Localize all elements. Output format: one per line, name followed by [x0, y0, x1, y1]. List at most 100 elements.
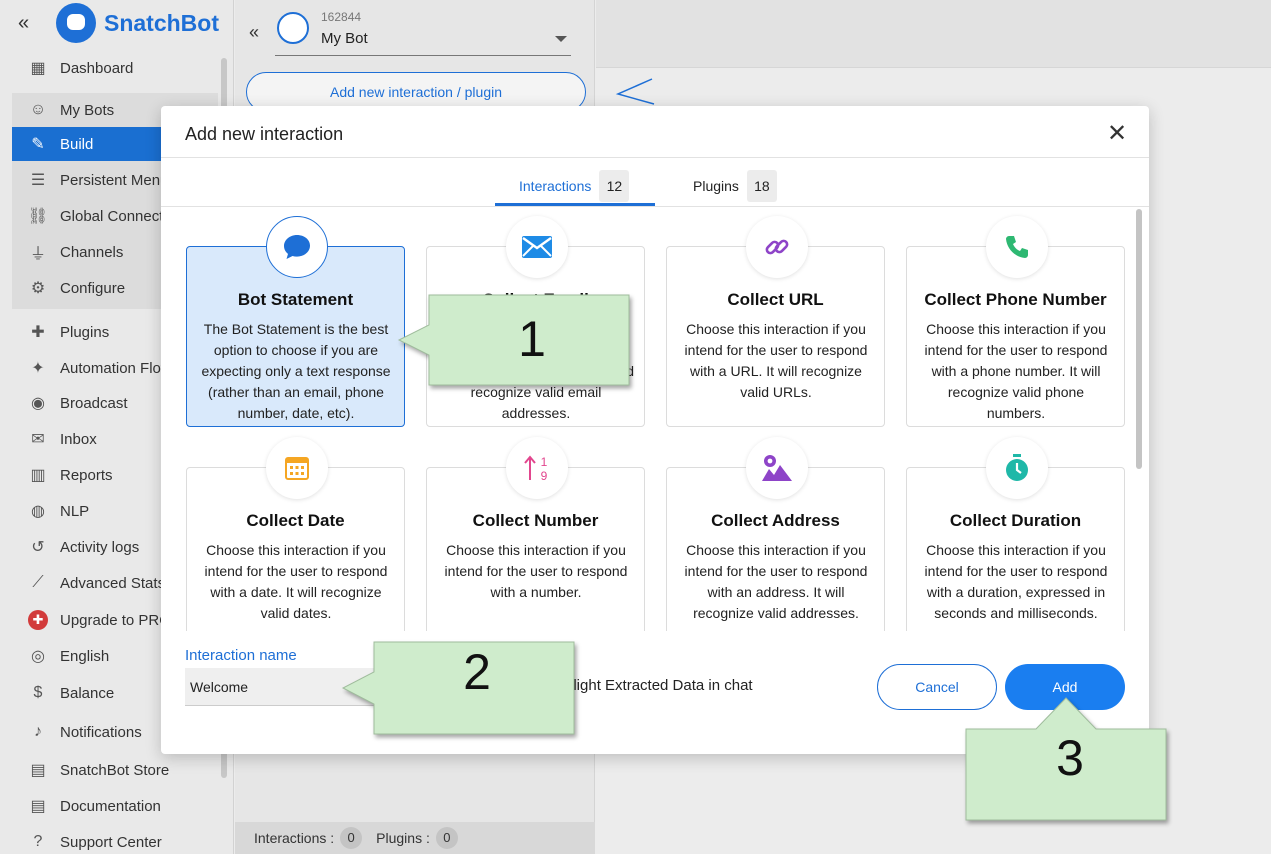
sidebar-item-label: Channels: [60, 243, 124, 261]
dashboard-icon: ▦: [30, 60, 46, 77]
help-icon: ?: [33, 833, 43, 850]
sidebar-item-label: SnatchBot Store: [60, 761, 170, 779]
store-icon: ▤: [30, 762, 46, 779]
card-description: Choose this interaction if you intend fo…: [684, 542, 868, 621]
robot-icon: ☺: [29, 101, 47, 118]
callout-1: 1: [397, 294, 630, 386]
upgrade-icon: ✚: [28, 610, 48, 630]
dialog-title: Add new interaction: [185, 124, 344, 144]
sidebar-item-label: Reports: [60, 466, 113, 484]
snatchbot-logo-icon: [56, 3, 96, 43]
menu-icon: ☰: [30, 172, 46, 189]
divider: [161, 206, 1149, 207]
highlight-extracted-data-label[interactable]: hlight Extracted Data in chat: [565, 677, 753, 694]
speech-bubble-icon: [266, 216, 328, 278]
add-interaction-dialog: Add new interaction ✕ Interactions 12 Pl…: [161, 106, 1149, 754]
card-title: Collect Duration: [949, 511, 1082, 530]
sidebar-item-label: Notifications: [60, 723, 142, 741]
history-icon: ↺: [31, 539, 45, 556]
chat-icon: ✉: [31, 431, 45, 448]
svg-text:1: 1: [541, 455, 548, 469]
line-chart-icon: ⟋: [32, 574, 44, 591]
callout-number: 2: [463, 644, 491, 700]
bot-select-underline: [275, 55, 571, 56]
sidebar-item-label: Activity logs: [60, 538, 140, 556]
tab-interactions[interactable]: Interactions 12: [519, 166, 630, 206]
sidebar-item-label: Configure: [60, 279, 126, 297]
card-title: Bot Statement: [237, 290, 354, 309]
interaction-cards-grid: Bot Statement The Bot Statement is the be…: [161, 207, 1149, 631]
card-description: Choose this interaction if you intend fo…: [204, 542, 388, 621]
interaction-card-collect-url[interactable]: Collect URL Choose this interaction if yo…: [666, 216, 885, 427]
edit-icon: ✎: [31, 136, 45, 153]
interaction-card-collect-date[interactable]: Collect Date Choose this interaction if y…: [186, 437, 405, 631]
interaction-card-collect-duration[interactable]: Collect Duration Choose this interaction …: [906, 437, 1125, 631]
callout-number: 3: [1056, 730, 1084, 786]
sidebar-item-label: Support Center: [60, 833, 162, 851]
sidebar-item-label: Upgrade to PRO: [60, 611, 171, 629]
chevron-down-icon[interactable]: [555, 36, 567, 42]
interaction-card-collect-phone-number[interactable]: Collect Phone Number Choose this interact…: [906, 216, 1125, 427]
interactions-count: 0: [340, 827, 363, 849]
envelope-icon: [506, 216, 568, 278]
globe-icon: ◎: [31, 648, 45, 665]
sidebar-item-documentation[interactable]: ▤ Documentation: [0, 789, 230, 823]
puzzle-icon: ✚: [31, 324, 45, 341]
map-icon: [746, 437, 808, 499]
callout-2: 2: [341, 641, 575, 735]
sidebar-item-label: Documentation: [60, 797, 161, 815]
arrow-sketch-icon: [615, 78, 655, 105]
numbers-icon: 19: [506, 437, 568, 499]
card-title: Collect Number: [472, 511, 599, 530]
sidebar-item-snatchbot-store[interactable]: ▤ SnatchBot Store: [0, 753, 230, 787]
brand-name: SnatchBot: [104, 10, 219, 36]
close-icon[interactable]: ✕: [1107, 122, 1127, 146]
card-description: Choose this interaction if you intend fo…: [924, 542, 1108, 621]
sidebar-item-support-center[interactable]: ? Support Center: [0, 825, 230, 854]
sidebar-item-label: Inbox: [60, 430, 97, 448]
tab-label: Interactions: [519, 178, 592, 194]
tab-plugins[interactable]: Plugins 18: [693, 166, 777, 206]
tab-label: Plugins: [693, 178, 739, 194]
dollar-icon: $: [33, 684, 43, 701]
tab-count: 12: [599, 170, 630, 202]
interactions-count-label: Interactions :: [254, 830, 335, 846]
double-chevron-left-icon[interactable]: «: [249, 22, 259, 43]
magic-wand-icon: ✦: [31, 360, 45, 377]
card-description: Choose this interaction if you intend fo…: [684, 321, 868, 400]
sidebar-item-label: Build: [60, 135, 94, 153]
bell-icon: ♪: [34, 723, 42, 740]
card-title: Collect Date: [246, 511, 345, 530]
callout-number: 1: [518, 311, 546, 367]
plugins-count-label: Plugins :: [376, 830, 430, 846]
interaction-name-label: Interaction name: [185, 647, 297, 664]
gear-icon: ⚙: [30, 280, 46, 297]
tab-count: 18: [746, 170, 777, 202]
bot-id: 162844: [321, 10, 362, 24]
svg-text:9: 9: [541, 469, 548, 483]
canvas-header: [596, 0, 1271, 68]
sidebar-item-dashboard[interactable]: ▦ Dashboard: [0, 51, 230, 85]
logo-row: « SnatchBot: [0, 0, 234, 50]
interaction-card-collect-number[interactable]: 1 9 Collect Number Choose this interaction …: [426, 437, 645, 631]
card-title: Collect Address: [711, 511, 840, 530]
plugins-count: 0: [435, 827, 458, 849]
interaction-card-bot-statement[interactable]: Bot Statement The Bot Statement is the be…: [186, 216, 405, 427]
sidebar-item-label: Advanced Stats: [60, 574, 166, 592]
phone-icon: [986, 216, 1048, 278]
sidebar-item-label: My Bots: [60, 101, 115, 119]
dialog-scrollbar[interactable]: [1136, 209, 1142, 469]
document-icon: ▤: [30, 798, 46, 815]
bar-chart-icon: ▥: [30, 467, 46, 484]
sidebar-item-label: Dashboard: [60, 59, 134, 77]
double-chevron-left-icon[interactable]: «: [18, 12, 29, 35]
interaction-card-collect-address[interactable]: Collect Address Choose this interaction i…: [666, 437, 885, 631]
card-description: Choose this interaction if you intend fo…: [924, 321, 1108, 421]
bot-select[interactable]: My Bot: [321, 30, 368, 47]
sidebar-item-label: Broadcast: [60, 394, 128, 412]
sidebar-item-label: English: [60, 647, 110, 665]
link-icon: ⛓: [27, 208, 49, 225]
callout-3: 3: [965, 697, 1167, 821]
card-description: The Bot Statement is the best option to …: [201, 321, 391, 421]
sidebar-item-label: Persistent Menu: [60, 171, 169, 189]
